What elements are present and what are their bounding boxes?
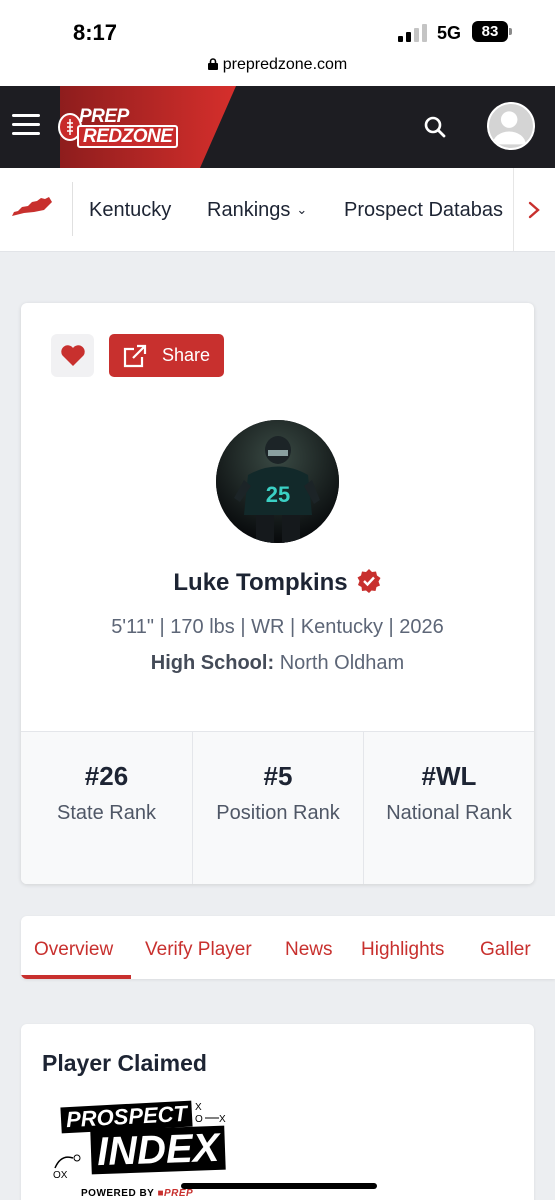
share-button[interactable]: Share [109, 334, 224, 377]
tab-highlights[interactable]: Highlights [361, 939, 444, 961]
lock-icon [207, 58, 218, 70]
site-header: PREP REDZONE [0, 86, 555, 168]
heart-icon [61, 345, 85, 366]
battery-tip [509, 28, 512, 35]
rank-label: National Rank [386, 802, 512, 824]
subnav-divider [72, 182, 73, 236]
home-indicator [181, 1183, 377, 1189]
logo-word-index: INDEX [90, 1125, 226, 1175]
player-name: Luke Tompkins [173, 569, 348, 596]
state-subnav: Kentucky Rankings ⌄ Prospect Databas [0, 168, 555, 252]
logo-prep-mark: ■PREP [157, 1188, 194, 1199]
national-rank-stat: #WL National Rank [363, 732, 534, 884]
chevron-right-icon [528, 201, 540, 219]
hamburger-icon[interactable] [12, 114, 40, 138]
player-claimed-card: Player Claimed PROSPECT INDEX XOX OX POW… [21, 1024, 534, 1200]
address-bar[interactable]: prepredzone.com [0, 56, 555, 74]
svg-text:X: X [195, 1102, 202, 1113]
status-bar: 8:17 5G 83 prepredzone.com [0, 0, 555, 86]
school-value: North Oldham [279, 652, 405, 674]
battery-icon: 83 [472, 21, 508, 42]
favorite-button[interactable] [51, 334, 94, 377]
share-label: Share [162, 345, 211, 365]
search-icon[interactable] [422, 114, 448, 140]
player-school: High School: North Oldham [21, 652, 534, 675]
svg-text:O: O [195, 1114, 203, 1124]
rank-value: #5 [263, 761, 293, 791]
url-text: prepredzone.com [222, 56, 348, 73]
network-type: 5G [437, 23, 462, 43]
subnav-item-prospect-database[interactable]: Prospect Databas [344, 199, 503, 222]
rank-value: #26 [84, 761, 129, 791]
subnav-item-rankings[interactable]: Rankings ⌄ [207, 199, 307, 222]
tab-news[interactable]: News [285, 939, 333, 961]
player-photo: 25 [216, 420, 339, 543]
player-name-row: Luke Tompkins [21, 568, 534, 597]
cellular-signal-icon [398, 24, 430, 42]
tab-verify-player[interactable]: Verify Player [145, 939, 252, 961]
play-diagram-icon: XO X [195, 1102, 226, 1124]
kentucky-state-icon[interactable] [10, 196, 54, 220]
player-measurables: 5'11" | 170 lbs | WR | Kentucky | 2026 [111, 616, 444, 638]
logo-text-redzone: REDZONE [77, 125, 179, 148]
logo-powered-by: POWERED BY ■PREP [81, 1188, 194, 1199]
scroll-right-button[interactable] [513, 168, 555, 251]
site-logo[interactable]: PREP REDZONE [55, 104, 180, 150]
rank-label: Position Rank [216, 802, 340, 824]
user-avatar-icon[interactable] [487, 102, 535, 150]
position-rank-stat: #5 Position Rank [192, 732, 363, 884]
svg-text:OX: OX [53, 1170, 68, 1180]
active-tab-indicator [21, 975, 131, 979]
rank-value: #WL [421, 761, 477, 791]
claimed-title: Player Claimed [42, 1050, 207, 1076]
tab-overview[interactable]: Overview [34, 939, 113, 961]
jersey-number: 25 [266, 482, 290, 507]
state-rank-stat: #26 State Rank [21, 732, 192, 884]
clock: 8:17 [73, 20, 118, 45]
subnav-item-kentucky[interactable]: Kentucky [89, 199, 171, 222]
external-share-icon [123, 344, 147, 368]
profile-tabs: Overview Verify Player News Highlights G… [21, 916, 555, 979]
play-arrow-icon: OX [53, 1154, 81, 1180]
svg-text:X: X [219, 1114, 226, 1124]
rank-stats: #26 State Rank #5 Position Rank #WL Nati… [21, 731, 534, 884]
chevron-down-icon: ⌄ [296, 202, 308, 217]
tab-gallery[interactable]: Galler [480, 939, 531, 961]
subnav-item-label: Rankings [207, 199, 291, 221]
verified-badge-icon [357, 569, 381, 593]
player-profile-card: Share 25 Luke Tompkins 5'11" | 170 lbs |… [21, 303, 534, 884]
rank-label: State Rank [57, 802, 156, 824]
school-label: High School: [150, 652, 275, 674]
